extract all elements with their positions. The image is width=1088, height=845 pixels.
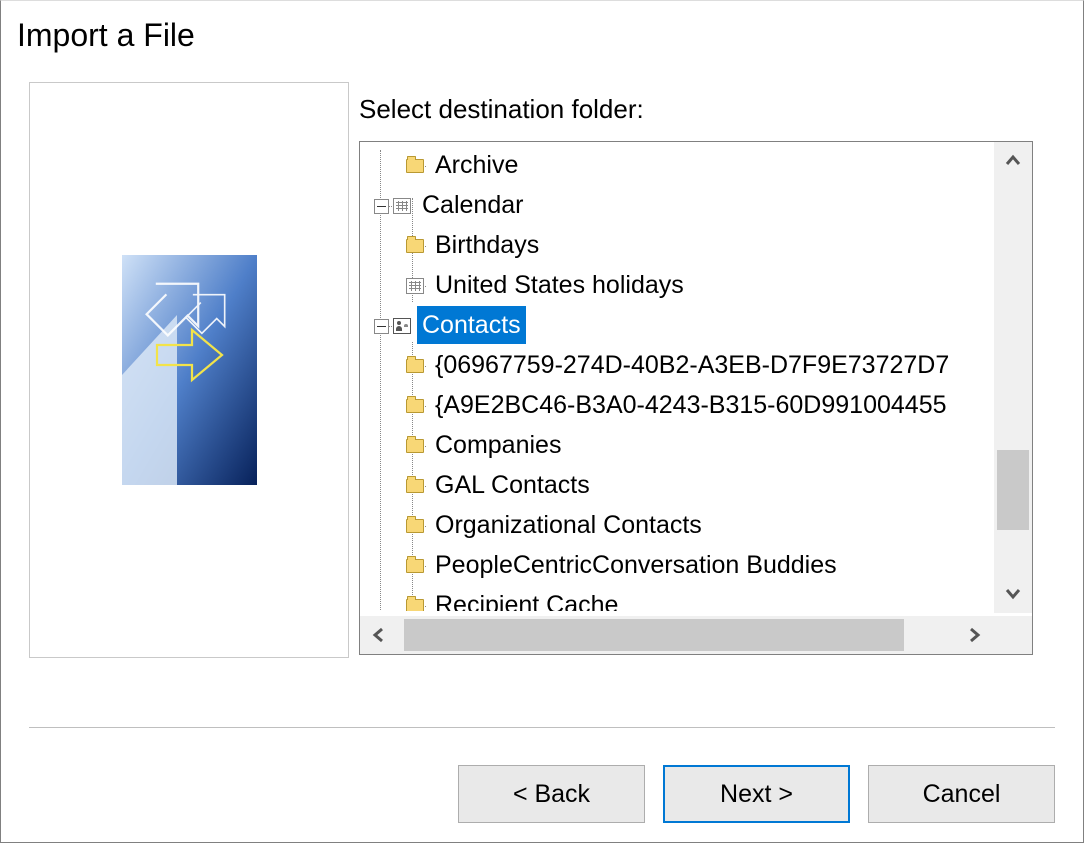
tree-item-guid2[interactable]: {A9E2BC46-B3A0-4243-B315-60D991004455 (374, 386, 992, 426)
chevron-down-icon (1004, 585, 1022, 603)
folder-icon (406, 359, 424, 373)
next-button[interactable]: Next > (663, 765, 850, 823)
tree-item-label: Companies (430, 426, 566, 464)
folder-icon (406, 239, 424, 253)
scroll-left-button[interactable] (360, 616, 398, 654)
tree-item-label: {06967759-274D-40B2-A3EB-D7F9E73727D7 (430, 346, 954, 384)
scroll-down-button[interactable] (994, 575, 1032, 613)
horizontal-separator (29, 727, 1055, 730)
tree-item-label: Calendar (417, 186, 528, 224)
tree-item-gal[interactable]: GAL Contacts (374, 466, 992, 506)
back-button[interactable]: < Back (458, 765, 645, 823)
tree-item-usholidays[interactable]: United States holidays (374, 266, 992, 306)
scroll-right-button[interactable] (956, 616, 994, 654)
horizontal-scrollbar[interactable] (360, 616, 1032, 654)
chevron-right-icon (966, 626, 984, 644)
scroll-up-button[interactable] (994, 142, 1032, 180)
collapse-icon[interactable] (374, 319, 389, 334)
tree-item-label: Contacts (417, 306, 526, 344)
tree-item-label: Organizational Contacts (430, 506, 707, 544)
scroll-corner (994, 616, 1032, 654)
tree-item-contacts[interactable]: Contacts (374, 306, 992, 346)
cancel-button[interactable]: Cancel (868, 765, 1055, 823)
tree-item-label: PeopleCentricConversation Buddies (430, 546, 842, 584)
tree-item-org[interactable]: Organizational Contacts (374, 506, 992, 546)
tree-item-label: Recipient Cache (430, 586, 623, 611)
folder-icon (406, 399, 424, 413)
tree-item-label: GAL Contacts (430, 466, 595, 504)
contacts-icon (393, 318, 411, 334)
chevron-left-icon (370, 626, 388, 644)
tree-item-label: United States holidays (430, 266, 689, 304)
wizard-arrow-image (122, 255, 257, 485)
dialog-buttons: < Back Next > Cancel (1, 765, 1083, 823)
tree-item-companies[interactable]: Companies (374, 426, 992, 466)
calendar-icon (406, 278, 424, 294)
folder-icon (406, 439, 424, 453)
folder-icon (406, 559, 424, 573)
vertical-scrollbar[interactable] (994, 142, 1032, 613)
vertical-scroll-thumb[interactable] (997, 450, 1029, 530)
folder-icon (406, 519, 424, 533)
tree-item-label: Birthdays (430, 226, 544, 264)
folder-icon (406, 599, 424, 611)
import-file-dialog: Import a File (0, 0, 1084, 843)
tree-item-label: Archive (430, 146, 523, 184)
calendar-icon (393, 198, 411, 214)
folder-tree[interactable]: ArchiveCalendarBirthdaysUnited States ho… (360, 142, 992, 611)
right-panel: Select destination folder: ArchiveCalend… (359, 82, 1055, 655)
tree-item-pccb[interactable]: PeopleCentricConversation Buddies (374, 546, 992, 586)
horizontal-scroll-thumb[interactable] (404, 619, 904, 651)
instruction-label: Select destination folder: (359, 94, 1055, 125)
wizard-image-panel (29, 82, 349, 658)
tree-item-label: {A9E2BC46-B3A0-4243-B315-60D991004455 (430, 386, 952, 424)
tree-item-recip[interactable]: Recipient Cache (374, 586, 992, 611)
tree-item-guid1[interactable]: {06967759-274D-40B2-A3EB-D7F9E73727D7 (374, 346, 992, 386)
tree-item-calendar[interactable]: Calendar (374, 186, 992, 226)
folder-tree-container: ArchiveCalendarBirthdaysUnited States ho… (359, 141, 1033, 655)
folder-icon (406, 479, 424, 493)
dialog-title: Import a File (1, 1, 1083, 54)
folder-icon (406, 159, 424, 173)
dialog-content: Select destination folder: ArchiveCalend… (1, 54, 1083, 658)
collapse-icon[interactable] (374, 199, 389, 214)
tree-item-birthdays[interactable]: Birthdays (374, 226, 992, 266)
tree-item-archive[interactable]: Archive (374, 146, 992, 186)
chevron-up-icon (1004, 152, 1022, 170)
